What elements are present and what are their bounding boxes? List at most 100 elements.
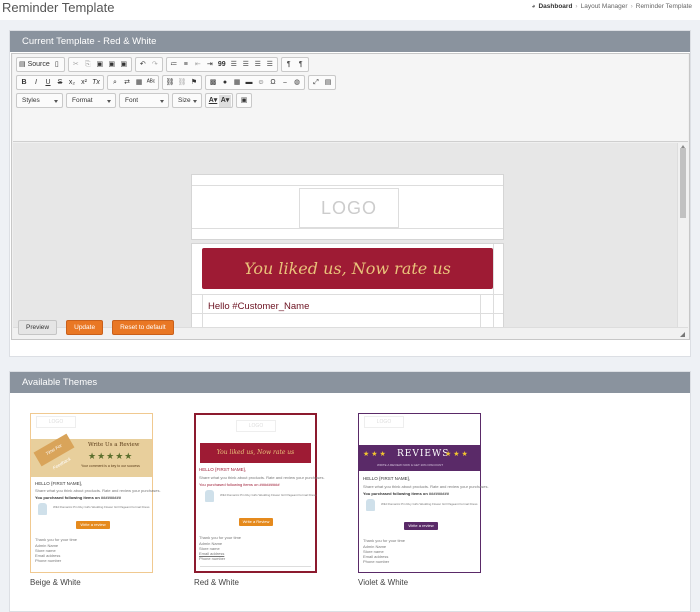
subscript-button[interactable]: x₂ <box>66 77 78 89</box>
editor-content-area[interactable]: LOGO You liked us, Now rate us Hello #Cu… <box>13 143 677 327</box>
theme-name-violet[interactable]: Violet & White <box>358 578 408 587</box>
new-page-icon[interactable]: ▯ <box>51 59 63 71</box>
theme-hello: HELLO {FIRST NAME}, <box>199 467 247 472</box>
resize-handle-icon[interactable] <box>680 332 685 337</box>
theme-item: Wild Romantic Pin Ruy Girls Wedding Flow… <box>381 502 478 506</box>
styles-dropdown[interactable]: Styles <box>16 93 63 108</box>
template-gridline <box>202 294 203 327</box>
source-button[interactable]: ▤ Source <box>18 59 51 71</box>
template-actions: Preview Update Reset to default <box>18 320 174 335</box>
theme-headline: Write Us a Review <box>88 442 140 448</box>
theme-logo: LOGO <box>36 416 76 428</box>
justify-icon[interactable]: ☰ <box>264 59 276 71</box>
align-center-icon[interactable]: ☰ <box>240 59 252 71</box>
rtl-icon[interactable]: ¶ <box>295 59 307 71</box>
cut-icon[interactable]: ✂ <box>70 59 82 71</box>
template-greeting[interactable]: Hello #Customer_Name <box>208 301 309 312</box>
find-icon[interactable]: ⌕ <box>109 77 121 89</box>
theme-name-red[interactable]: Red & White <box>194 578 239 587</box>
scrollbar-thumb[interactable] <box>680 148 686 218</box>
italic-button[interactable]: I <box>30 77 42 89</box>
breadcrumb: ◕ Dashboard › Layout Manager › Reminder … <box>532 3 692 10</box>
template-gridline <box>192 185 503 186</box>
special-char-icon[interactable]: Ω <box>267 77 279 89</box>
page-break-icon[interactable]: ⎯ <box>279 77 291 89</box>
spellcheck-icon[interactable]: ᴬᴮᶜ <box>145 77 157 89</box>
save-icon[interactable]: ▣ <box>238 95 250 107</box>
paste-text-icon[interactable]: ▣ <box>106 59 118 71</box>
text-color-icon[interactable]: A▾ <box>207 95 219 107</box>
theme-text: Share what you think about products. Rat… <box>363 484 489 489</box>
indent-icon[interactable]: ⇥ <box>204 59 216 71</box>
template-gridline <box>480 294 481 327</box>
breadcrumb-dashboard[interactable]: Dashboard <box>538 3 572 10</box>
iframe-icon[interactable]: ◍ <box>291 77 303 89</box>
strike-button[interactable]: S <box>54 77 66 89</box>
remove-format-button[interactable]: Tx <box>90 77 102 89</box>
theme-signature: Phone number <box>199 556 226 561</box>
theme-text: You purchased following items on #######… <box>35 495 121 500</box>
template-banner[interactable]: You liked us, Now rate us <box>202 248 493 289</box>
theme-card-beige[interactable]: LOGO Time For Feedback Write Us a Review… <box>30 413 161 573</box>
ltr-icon[interactable]: ¶ <box>283 59 295 71</box>
show-blocks-icon[interactable]: ▤ <box>322 77 334 89</box>
theme-logo: LOGO <box>236 420 276 432</box>
blockquote-icon[interactable]: 99 <box>216 59 228 71</box>
theme-banner: You liked us, Now rate us <box>200 443 311 463</box>
breadcrumb-current: Reminder Template <box>635 3 692 10</box>
theme-subline: WRITE A REVIEW NOW & GET 20% DISCOUNT <box>377 463 444 467</box>
flash-icon[interactable]: ● <box>219 77 231 89</box>
anchor-icon[interactable]: ⚑ <box>188 77 200 89</box>
bold-button[interactable]: B <box>18 77 30 89</box>
font-dropdown[interactable]: Font <box>119 93 169 108</box>
theme-divider <box>200 566 311 567</box>
unlink-icon[interactable]: ⛓ <box>176 77 188 89</box>
theme-hello: HELLO {FIRST NAME}, <box>35 481 83 486</box>
editor-scrollbar[interactable] <box>677 143 688 327</box>
undo-icon[interactable]: ↶ <box>137 59 149 71</box>
theme-text: Share what you think about products. Rat… <box>35 488 161 493</box>
preview-button[interactable]: Preview <box>18 320 58 335</box>
horizontal-line-icon[interactable]: ▬ <box>243 77 255 89</box>
template-body: You liked us, Now rate us Hello #Custome… <box>191 243 504 327</box>
size-dropdown[interactable]: Size <box>172 93 202 108</box>
update-button[interactable]: Update <box>66 320 104 335</box>
paste-icon[interactable]: ▣ <box>94 59 106 71</box>
theme-text: Share what you think about products. Rat… <box>199 475 325 480</box>
align-left-icon[interactable]: ☰ <box>228 59 240 71</box>
link-icon[interactable]: ⛓ <box>164 77 176 89</box>
outdent-icon[interactable]: ⇤ <box>192 59 204 71</box>
maximize-icon[interactable]: ⤢ <box>310 77 322 89</box>
breadcrumb-layout-manager[interactable]: Layout Manager <box>581 3 628 10</box>
template-logo-row: LOGO <box>191 174 504 240</box>
redo-icon[interactable]: ↷ <box>149 59 161 71</box>
theme-card-violet[interactable]: LOGO ★ ★ ★ REVIEWS ★ ★ ★ WRITE A REVIEW … <box>358 413 489 573</box>
format-dropdown[interactable]: Format <box>66 93 116 108</box>
copy-icon[interactable]: ⎘ <box>82 59 94 71</box>
theme-headline: REVIEWS <box>397 449 450 459</box>
theme-card-red[interactable]: LOGO You liked us, Now rate us HELLO {FI… <box>194 413 325 573</box>
numbered-list-icon[interactable]: ≔ <box>168 59 180 71</box>
underline-button[interactable]: U <box>42 77 54 89</box>
theme-stars: ★ ★ ★ <box>363 451 386 458</box>
superscript-button[interactable]: x² <box>78 77 90 89</box>
dress-icon <box>38 503 47 515</box>
smiley-icon[interactable]: ☺ <box>255 77 267 89</box>
theme-name-beige[interactable]: Beige & White <box>30 578 81 587</box>
template-logo[interactable]: LOGO <box>299 188 399 228</box>
bulleted-list-icon[interactable]: ≡ <box>180 59 192 71</box>
table-icon[interactable]: ▦ <box>231 77 243 89</box>
theme-signature: Phone number <box>363 559 390 564</box>
bg-color-icon[interactable]: A▾ <box>219 94 231 107</box>
replace-icon[interactable]: ⇄ <box>121 77 133 89</box>
current-template-panel: Current Template - Red & White ▤ Source ▯… <box>9 30 691 357</box>
current-template-title: Current Template - Red & White <box>10 31 690 52</box>
image-icon[interactable]: ▩ <box>207 77 219 89</box>
align-right-icon[interactable]: ☰ <box>252 59 264 71</box>
paste-word-icon[interactable]: ▣ <box>118 59 130 71</box>
available-themes-title: Available Themes <box>10 372 690 393</box>
reset-default-button[interactable]: Reset to default <box>112 320 174 335</box>
template-gridline <box>192 313 503 314</box>
dress-icon <box>205 490 214 502</box>
select-all-icon[interactable]: ▦ <box>133 77 145 89</box>
